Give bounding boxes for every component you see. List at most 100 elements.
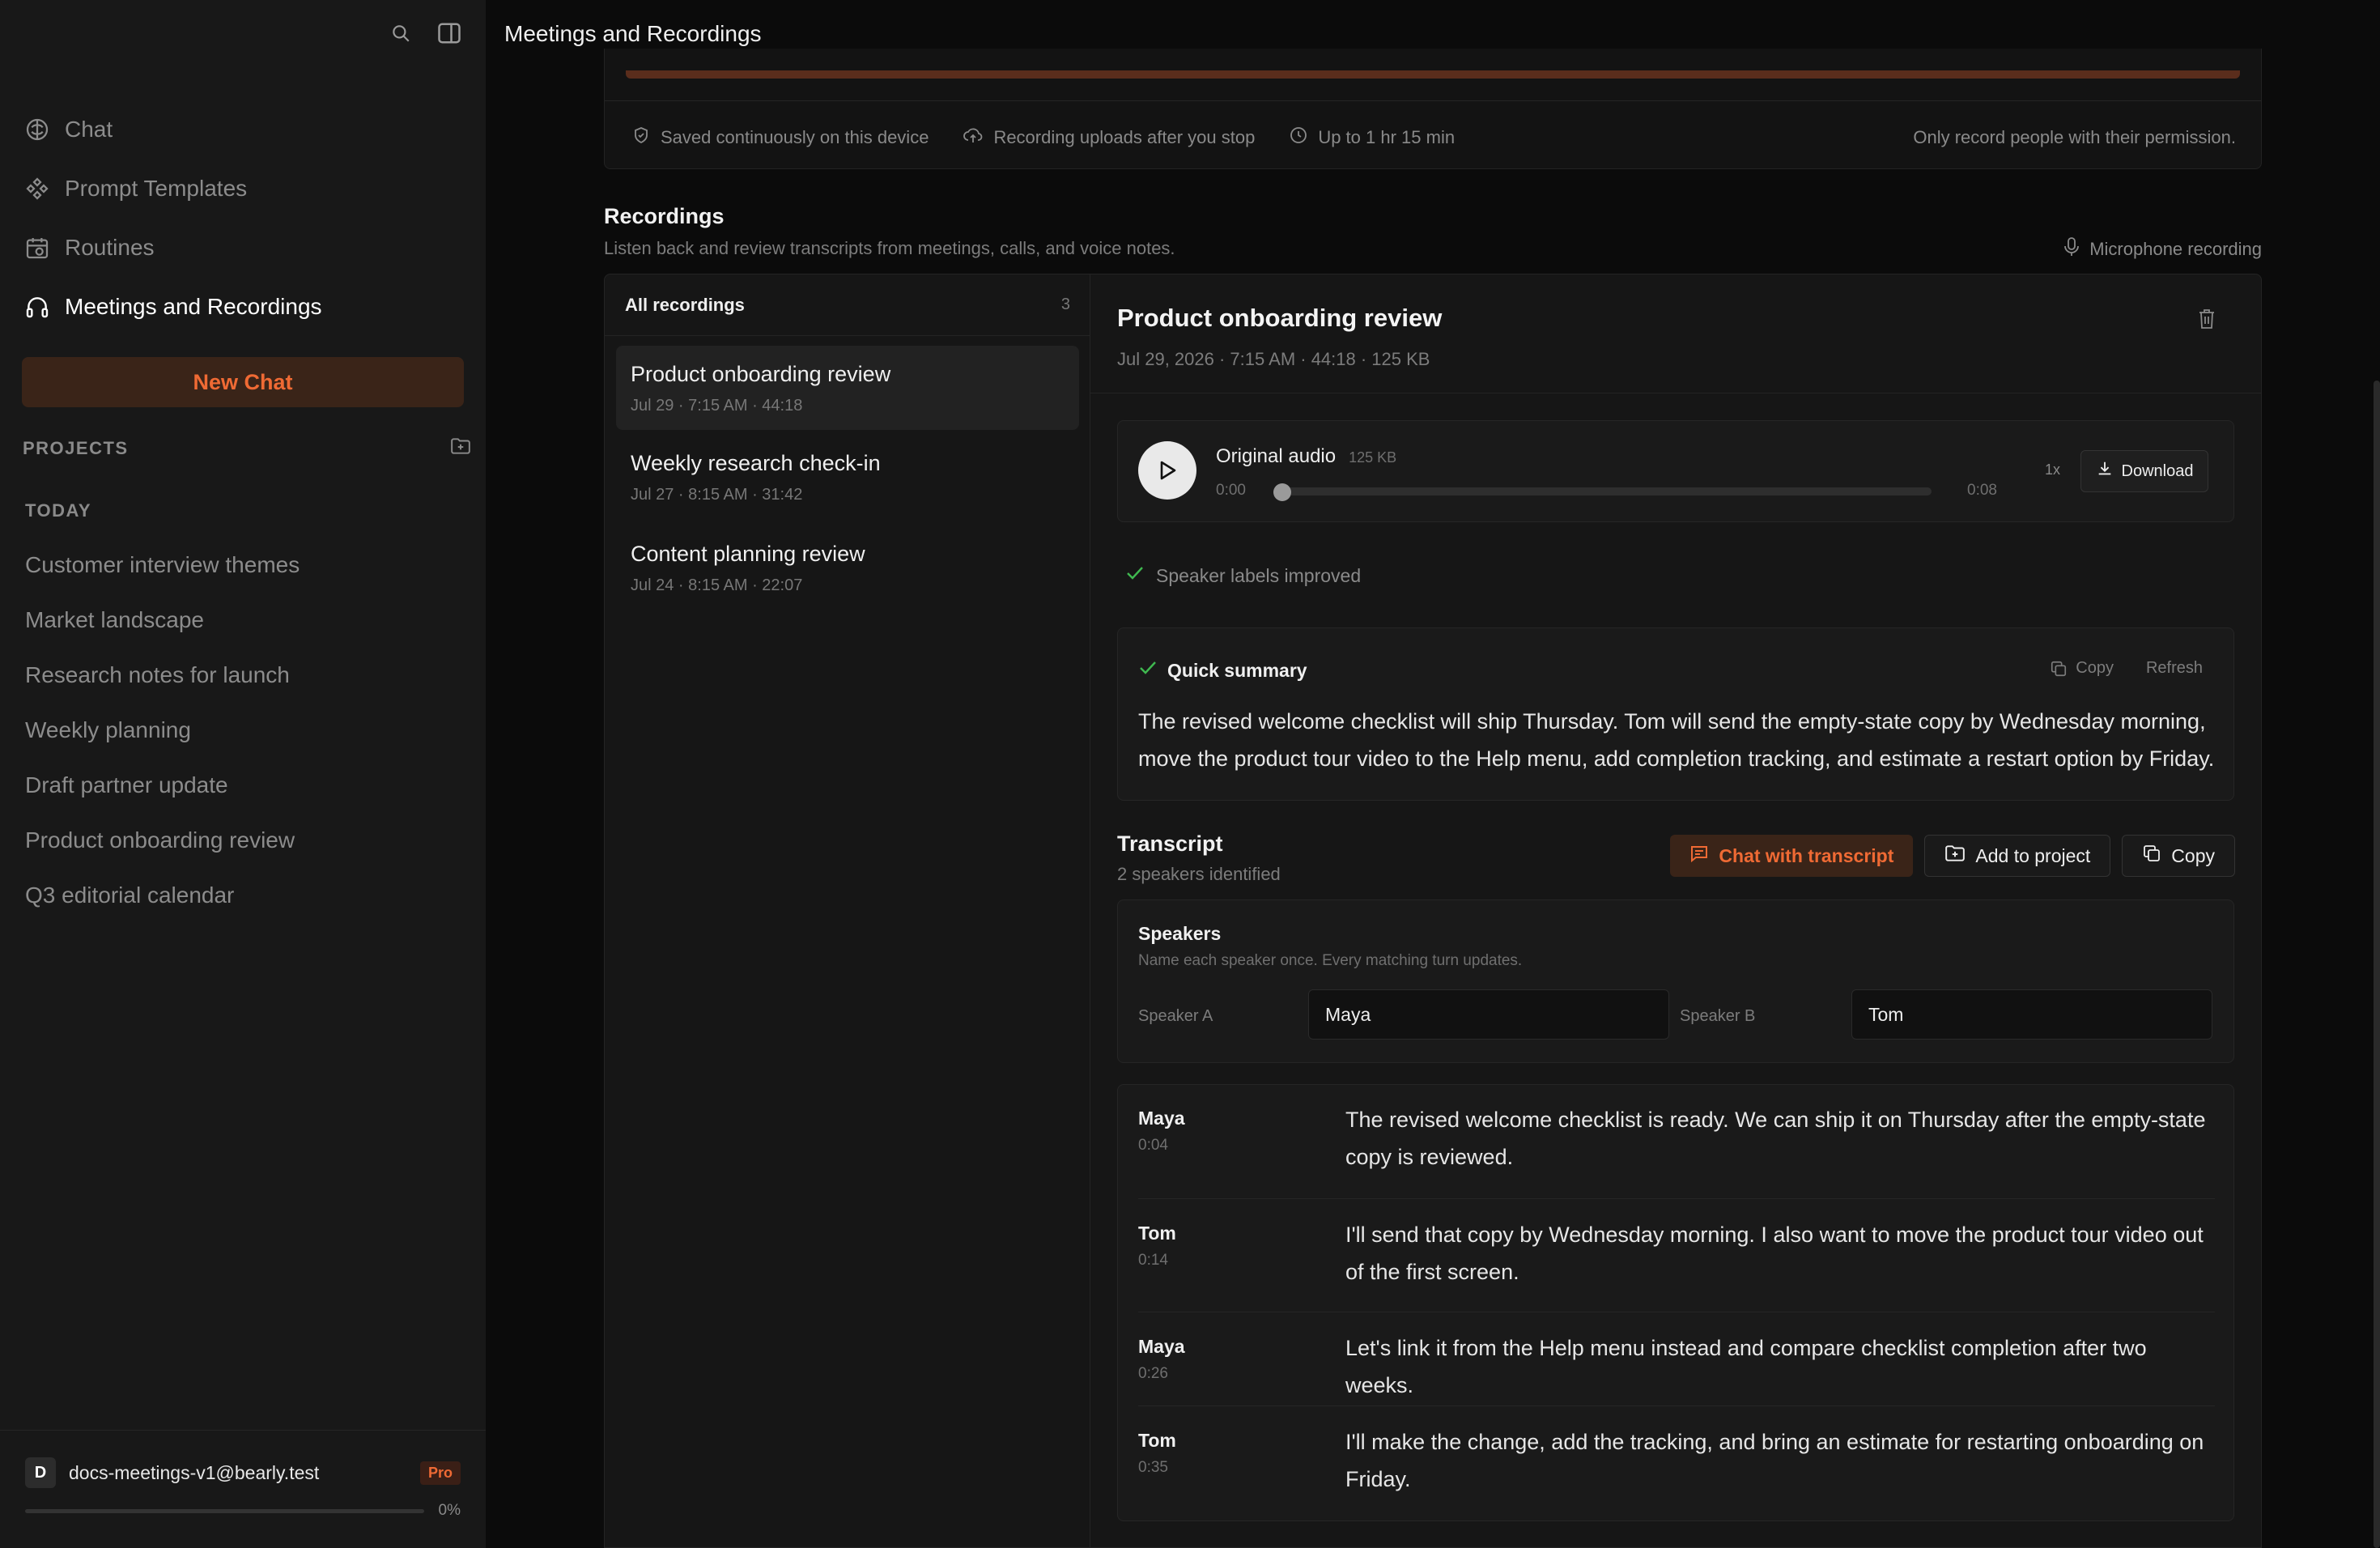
project-item[interactable]: Q3 editorial calendar — [25, 868, 462, 923]
speakers-title: Speakers — [1138, 923, 1222, 944]
audio-title: Original audio — [1216, 445, 1337, 467]
add-to-project-button[interactable]: Add to project — [1924, 835, 2111, 877]
turn-text: I'll send that copy by Wednesday morning… — [1345, 1223, 2204, 1284]
info-item-upload: Recording uploads after you stop — [963, 125, 1255, 150]
download-button[interactable]: Download — [2080, 450, 2208, 492]
chat-icon — [23, 115, 52, 144]
nav-item-label: Chat — [65, 117, 113, 142]
recordings-list-header: All recordings 3 — [605, 274, 1090, 336]
speaker-a-input[interactable] — [1308, 989, 1669, 1040]
info-label: Saved continuously on this device — [661, 127, 929, 147]
project-item[interactable]: Weekly planning — [25, 703, 462, 758]
audio-duration: 0:08 — [1967, 482, 1997, 499]
recording-item[interactable]: Content planning review Jul 24 · 8:15 AM… — [616, 525, 1079, 610]
check-icon — [1125, 564, 1145, 587]
search-icon[interactable] — [389, 21, 413, 45]
microphone-recording-button[interactable]: Microphone recording — [2063, 236, 2262, 262]
headphones-icon — [23, 292, 52, 321]
permission-note: Only record people with their permission… — [1913, 127, 2236, 147]
recorder-strip — [626, 70, 2240, 79]
recorder-divider — [605, 100, 2261, 101]
summary-copy-button[interactable]: Copy — [2050, 659, 2114, 678]
speaker-b-label: Speaker B — [1680, 1007, 1756, 1025]
transcript-turns: Maya 0:04 The revised welcome checklist … — [1117, 1084, 2234, 1521]
scrollbar[interactable] — [2374, 381, 2380, 1548]
summary-refresh-button[interactable]: Refresh — [2146, 659, 2203, 678]
turn-timestamp[interactable]: 0:26 — [1138, 1365, 1168, 1383]
transcript-subtitle: 2 speakers identified — [1117, 864, 1281, 884]
project-item[interactable]: Draft partner update — [25, 758, 462, 813]
page-title: Meetings and Recordings — [504, 21, 762, 46]
project-item[interactable]: Research notes for launch — [25, 648, 462, 703]
turn-speaker: Maya — [1138, 1108, 1185, 1129]
list-title: All recordings — [625, 294, 745, 315]
sidebar-toolbar — [389, 21, 461, 45]
play-icon — [1160, 461, 1176, 480]
cloud-upload-icon — [963, 125, 984, 150]
play-button[interactable] — [1138, 441, 1196, 500]
folder-plus-icon — [1944, 844, 1966, 867]
turn-timestamp[interactable]: 0:14 — [1138, 1252, 1168, 1269]
nav-item-chat[interactable]: Chat — [23, 105, 468, 154]
recordings-title: Recordings — [604, 204, 725, 228]
audio-player: Original audio 125 KB 0:00 0:08 1x Downl… — [1117, 420, 2234, 522]
recording-title: Content planning review — [631, 542, 865, 566]
trash-icon[interactable] — [2195, 305, 2219, 333]
recording-item[interactable]: Weekly research check-in Jul 27 · 8:15 A… — [616, 435, 1079, 519]
microphone-recording-label: Microphone recording — [2089, 239, 2262, 259]
speaker-b-input[interactable] — [1851, 989, 2212, 1040]
speakers-card: Speakers Name each speaker once. Every m… — [1117, 899, 2234, 1063]
turn-text: Let's link it from the Help menu instead… — [1345, 1336, 2147, 1397]
turn-speaker: Tom — [1138, 1223, 1176, 1244]
recording-title: Weekly research check-in — [631, 451, 881, 475]
recorder-card — [604, 49, 2262, 169]
nav-item-meetings[interactable]: Meetings and Recordings — [23, 283, 468, 331]
avatar: D — [25, 1457, 56, 1488]
project-list: Customer interview themes Market landsca… — [25, 538, 462, 923]
prompt-templates-icon — [23, 174, 52, 203]
transcript-copy-button[interactable]: Copy — [2122, 835, 2235, 877]
projects-header: PROJECTS — [23, 437, 471, 459]
nav-item-routines[interactable]: Routines — [23, 223, 468, 272]
usage-meter: 0% — [25, 1502, 461, 1520]
audio-size: 125 KB — [1349, 449, 1397, 466]
project-item[interactable]: Market landscape — [25, 593, 462, 648]
audio-title-row: Original audio 125 KB — [1216, 445, 1396, 468]
new-chat-button[interactable]: New Chat — [22, 357, 464, 407]
recordings-subtitle: Listen back and review transcripts from … — [604, 238, 1175, 258]
info-item-duration: Up to 1 hr 15 min — [1289, 125, 1455, 150]
recordings-list: All recordings 3 Product onboarding revi… — [605, 274, 1090, 1547]
audio-seek-handle[interactable] — [1273, 483, 1291, 501]
quick-summary-card: Quick summary Copy Refresh The revised w… — [1117, 627, 2234, 801]
chat-with-transcript-button[interactable]: Chat with transcript — [1670, 835, 1914, 877]
info-item-saved: Saved continuously on this device — [631, 125, 929, 150]
turn-timestamp[interactable]: 0:35 — [1138, 1459, 1168, 1477]
playback-speed[interactable]: 1x — [2045, 461, 2060, 478]
turn-divider — [1138, 1198, 2215, 1199]
info-label: Recording uploads after you stop — [993, 127, 1256, 147]
project-item[interactable]: Product onboarding review — [25, 813, 462, 868]
add-to-project-label: Add to project — [1975, 844, 2091, 866]
routines-icon — [23, 233, 52, 262]
turn-speaker: Tom — [1138, 1430, 1176, 1451]
user-account[interactable]: D docs-meetings-v1@bearly.test Pro — [25, 1457, 461, 1488]
speakers-hint: Name each speaker once. Every matching t… — [1138, 952, 1523, 969]
new-folder-icon[interactable] — [450, 437, 471, 459]
sidebar-toggle-icon[interactable] — [437, 21, 461, 45]
speaker-status-label: Speaker labels improved — [1156, 564, 1362, 586]
turn-timestamp[interactable]: 0:04 — [1138, 1137, 1168, 1155]
transcript-title: Transcript — [1117, 831, 1223, 856]
projects-label: PROJECTS — [23, 437, 129, 458]
download-label: Download — [2121, 461, 2194, 480]
recording-item[interactable]: Product onboarding review Jul 29 · 7:15 … — [616, 346, 1079, 430]
shield-check-icon — [631, 125, 651, 150]
speaker-status: Speaker labels improved — [1125, 564, 1361, 587]
project-item[interactable]: Customer interview themes — [25, 538, 462, 593]
nav-item-prompt-templates[interactable]: Prompt Templates — [23, 164, 468, 213]
usage-track — [25, 1508, 424, 1513]
user-email: docs-meetings-v1@bearly.test — [69, 1461, 320, 1483]
nav-item-label: Routines — [65, 235, 155, 260]
audio-seek-bar[interactable] — [1273, 483, 1932, 501]
recording-meta: Jul 27 · 8:15 AM · 31:42 — [631, 486, 803, 504]
usage-percent: 0% — [438, 1502, 461, 1519]
